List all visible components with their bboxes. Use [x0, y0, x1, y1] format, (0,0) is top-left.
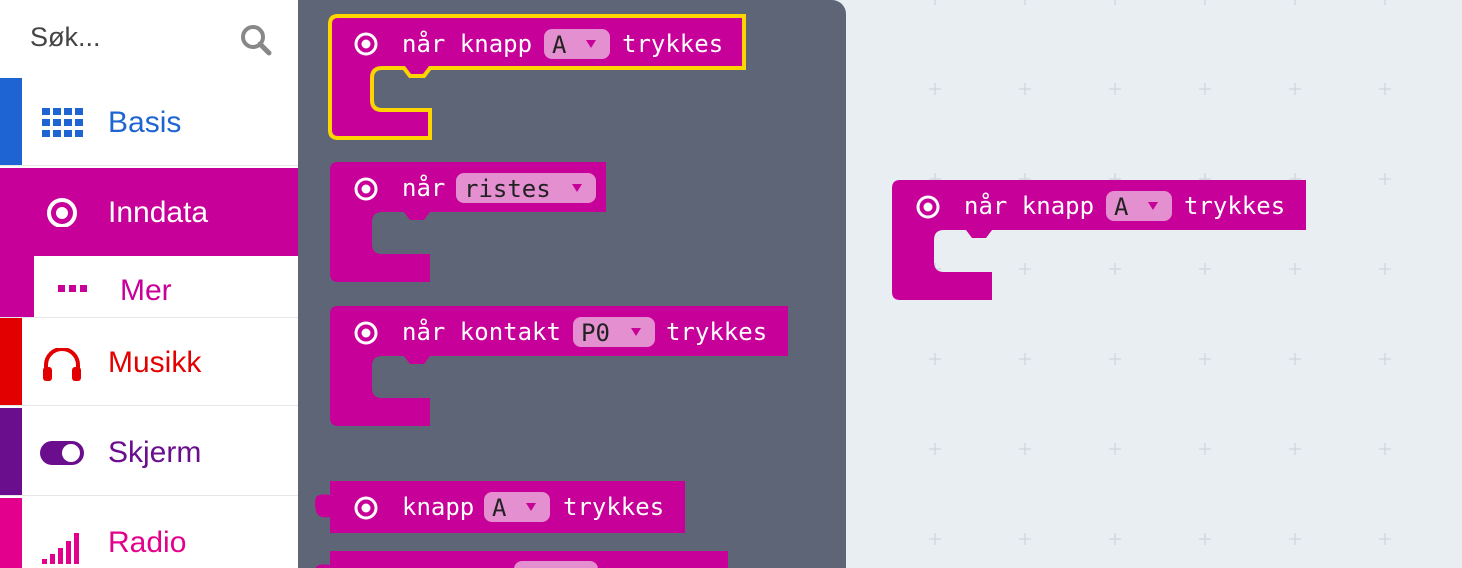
grid-cross [929, 533, 941, 545]
grid-cross [934, 0, 936, 5]
grid-cross [1289, 533, 1301, 545]
radio-button-icon [47, 198, 77, 227]
grid-cross [1199, 533, 1211, 545]
grid-cross [1114, 0, 1116, 5]
block-text: når kontakt [402, 317, 561, 346]
grid-cross [929, 443, 941, 455]
grid-cross [1109, 353, 1121, 365]
dropdown-field[interactable]: A [484, 492, 550, 522]
search-box[interactable]: Søk... [0, 0, 298, 78]
category-radio[interactable]: Radio [0, 498, 298, 568]
dropdown-field[interactable]: A [1106, 191, 1172, 221]
category-color-bar [0, 256, 34, 317]
grid-cross [1379, 263, 1391, 275]
grid-cross [1109, 263, 1121, 275]
category-color-bar [0, 408, 22, 495]
block-text: trykkes [622, 30, 723, 58]
block-flyout: når knapp A trykkes når ristes når konta… [298, 0, 846, 568]
dropdown-value: A [552, 31, 567, 59]
dropdown-value: A [1114, 193, 1129, 221]
workspace-canvas[interactable]: når knapp A trykkes [846, 0, 1462, 568]
grid-cross [1294, 0, 1296, 5]
category-label: Skjerm [108, 436, 202, 469]
category-label: Inndata [108, 196, 209, 229]
grid-cross [1289, 353, 1301, 365]
category-skjerm[interactable]: Skjerm [0, 408, 298, 496]
dropdown-value: A [492, 494, 507, 522]
grid-cross [929, 353, 941, 365]
signal-bars-icon [42, 533, 79, 564]
dropdown-field[interactable] [514, 561, 598, 568]
category-label: Mer [120, 274, 172, 307]
block-text: trykkes [1184, 192, 1285, 220]
search-input[interactable]: Søk... [30, 22, 101, 53]
grid-cross [1199, 263, 1211, 275]
grid-cross [1019, 353, 1031, 365]
category-label: Basis [108, 106, 182, 139]
grid-cross [1019, 83, 1031, 95]
dropdown-field[interactable]: P0 [573, 317, 655, 347]
block-text: knapp [402, 493, 474, 521]
category-mer[interactable]: Mer [0, 256, 298, 318]
block-partial[interactable] [315, 551, 728, 568]
grid-cross [1379, 83, 1391, 95]
category-color-bar [0, 498, 22, 568]
category-label: Radio [108, 526, 187, 559]
grid-cross [1289, 263, 1301, 275]
grid-cross [1109, 83, 1121, 95]
category-color-bar [0, 318, 22, 405]
toggle-icon [40, 441, 84, 465]
grid-cross [1199, 443, 1211, 455]
grid-cross [1019, 263, 1031, 275]
block-text: trykkes [666, 318, 767, 346]
grid-cross [1199, 83, 1211, 95]
block-button-is-pressed[interactable]: knapp A trykkes [315, 481, 685, 533]
block-text: når knapp [402, 29, 532, 58]
grid-cross [1019, 533, 1031, 545]
grid-cross [1109, 533, 1121, 545]
block-text: trykkes [563, 493, 664, 521]
dropdown-field[interactable]: ristes [456, 173, 596, 203]
category-label: Musikk [108, 346, 202, 379]
headphones-icon [43, 348, 81, 381]
grid-cross [1379, 353, 1391, 365]
grid-cross [1204, 0, 1206, 5]
block-on-button-pressed[interactable]: når knapp A trykkes [328, 14, 746, 140]
category-color-bar [0, 78, 22, 165]
grid-cross [1289, 83, 1301, 95]
grid-cross [1289, 443, 1301, 455]
grid-cross [1024, 0, 1026, 5]
grid-cross [1384, 0, 1386, 5]
toolbox: Søk... Basis Inndata Mer Musikk Skjerm R… [0, 0, 298, 568]
category-inndata[interactable]: Inndata [0, 168, 298, 256]
block-text: når knapp [964, 191, 1094, 220]
grid-icon [42, 108, 83, 137]
grid-cross [1109, 443, 1121, 455]
grid-cross [1379, 533, 1391, 545]
grid-pattern [929, 0, 1391, 545]
workspace-block-on-button-pressed[interactable]: når knapp A trykkes [892, 180, 1306, 300]
block-on-pin-pressed[interactable]: når kontakt P0 trykkes [330, 306, 788, 426]
block-on-shake[interactable]: når ristes [330, 162, 606, 282]
search-icon[interactable] [240, 24, 272, 56]
category-musikk[interactable]: Musikk [0, 318, 298, 406]
dropdown-value: P0 [581, 319, 610, 347]
grid-cross [929, 83, 941, 95]
dropdown-field[interactable]: A [544, 29, 610, 59]
dropdown-value: ristes [464, 175, 551, 203]
grid-cross [1379, 173, 1391, 185]
grid-cross [1019, 443, 1031, 455]
category-basis[interactable]: Basis [0, 78, 298, 166]
grid-cross [1199, 353, 1211, 365]
more-dots-icon [58, 285, 87, 292]
grid-cross [1379, 443, 1391, 455]
block-text: når [402, 173, 445, 202]
